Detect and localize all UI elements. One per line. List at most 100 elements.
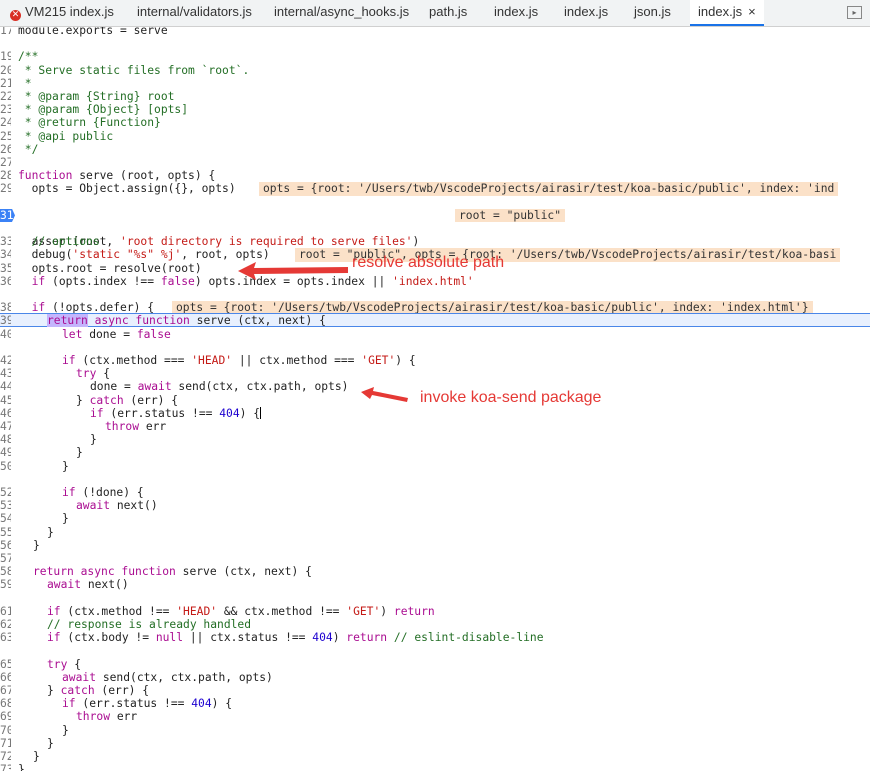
code-text: } <box>18 763 25 771</box>
error-icon: ✕ <box>10 10 21 21</box>
code-text: try { <box>47 657 82 671</box>
code-text: debug('static "%s" %j', root, opts) <box>18 248 270 262</box>
tab-index-2[interactable]: index.js <box>564 0 608 26</box>
panel-toggle-icon[interactable]: ▸ <box>847 6 862 19</box>
code-line: 62 // response is already handled <box>0 618 870 631</box>
line-number: 48 <box>0 433 11 447</box>
code-text: } <box>47 525 54 539</box>
code-line: 19 /** <box>0 50 870 63</box>
code-text: } <box>62 723 69 737</box>
line-number: 68 <box>0 697 11 711</box>
code-editor[interactable]: 17 module.exports = serve 19 /** 20 * Serv… <box>0 27 870 771</box>
tab-index-active[interactable]: index.js × <box>690 0 764 26</box>
code-text: * @param {String} root <box>18 90 175 103</box>
code-text: // response is already handled <box>47 618 252 631</box>
tab-internal-validators[interactable]: internal/validators.js <box>137 0 252 26</box>
code-line: 24 * @return {Function} <box>0 116 870 129</box>
line-number: 27 <box>0 156 11 169</box>
code-line: 55} <box>0 526 870 539</box>
tab-path[interactable]: path.js <box>429 0 467 26</box>
close-icon[interactable]: × <box>748 4 756 19</box>
line-number: 35 <box>0 261 11 275</box>
code-line: 67} catch (err) { <box>0 684 870 697</box>
breakpoint-marker[interactable]: 31 <box>0 208 15 222</box>
line-number: 42 <box>0 354 11 367</box>
line-number: 63 <box>0 631 11 645</box>
line-number: 61 <box>0 604 11 618</box>
line-number: 46 <box>0 406 11 420</box>
code-line: 36 if (opts.index !== false) opts.index … <box>0 275 870 288</box>
annotation-resolve-path: resolve absolute path <box>352 254 505 271</box>
code-text: let done = false <box>62 327 171 341</box>
code-text: if (ctx.method === 'HEAD' || ctx.method … <box>62 354 416 367</box>
code-line: 46 if (err.status !== 404) { <box>0 406 870 420</box>
code-text: function serve (root, opts) { <box>18 169 216 183</box>
tab-internal-async-hooks[interactable]: internal/async_hooks.js <box>274 0 409 26</box>
tab-index-1[interactable]: index.js <box>494 0 538 26</box>
code-text: // options <box>18 235 100 249</box>
line-number: 44 <box>0 380 11 394</box>
code-line: 31 assert(root, 'root directory is requi… <box>0 208 870 248</box>
text-cursor <box>260 406 262 419</box>
code-line: 28 function serve (root, opts) { <box>0 169 870 182</box>
code-line: 40 let done = false <box>0 328 870 341</box>
code-line: 20 * Serve static files from `root`. <box>0 64 870 77</box>
line-number: 53 <box>0 499 11 513</box>
code-text: return async function serve (ctx, next) … <box>33 565 312 579</box>
code-text: } catch (err) { <box>76 393 179 407</box>
line-number: 40 <box>0 327 11 341</box>
code-line: 33 // options <box>0 235 870 248</box>
code-line: 38 if (!opts.defer) {opts = {root: '/Use… <box>0 301 870 315</box>
code-text: } <box>33 538 40 552</box>
code-line: 54} <box>0 512 870 525</box>
line-number: 54 <box>0 512 11 526</box>
tab-vm215-index[interactable]: ✕ VM215 index.js <box>10 0 114 26</box>
line-number: 55 <box>0 525 11 539</box>
code-line: 21 * <box>0 77 870 90</box>
code-text: } <box>90 433 97 447</box>
code-line: 70} <box>0 724 870 737</box>
tab-json[interactable]: json.js <box>634 0 671 26</box>
inline-value: opts = {root: '/Users/twb/VscodeProjects… <box>172 301 813 315</box>
line-number: 23 <box>0 103 11 117</box>
line-number: 69 <box>0 710 11 724</box>
code-text: } <box>33 750 40 763</box>
code-text: } <box>62 512 69 526</box>
tab-label: internal/async_hooks.js <box>274 4 410 19</box>
line-number: 20 <box>0 63 11 77</box>
code-line: 56} <box>0 539 870 552</box>
line-number: 36 <box>0 274 11 288</box>
annotation-arrow-icon <box>361 387 408 402</box>
tab-label: VM215 index.js <box>25 4 114 19</box>
code-text: return async function serve (ctx, next) … <box>47 314 326 328</box>
code-text: * <box>18 76 32 90</box>
line-number: 59 <box>0 578 11 592</box>
paused-execution-line: 39 return async function serve (ctx, next… <box>0 313 870 328</box>
code-text: * @param {Object} [opts] <box>18 103 189 117</box>
code-line: 22 * @param {String} root <box>0 90 870 103</box>
code-text: if (err.status !== 404) { <box>90 406 262 420</box>
code-text: opts = Object.assign({}, opts) <box>18 182 236 196</box>
code-text: * Serve static files from `root`. <box>18 63 250 77</box>
line-number: 57 <box>0 552 11 565</box>
code-text: } catch (err) { <box>47 684 150 697</box>
code-text: if (ctx.body != null || ctx.status !== 4… <box>47 631 544 645</box>
line-number: 47 <box>0 420 11 433</box>
code-text: try { <box>76 367 111 381</box>
line-number: 19 <box>0 50 11 64</box>
line-number: 52 <box>0 486 11 499</box>
code-line: 23 * @param {Object} [opts] <box>0 103 870 116</box>
code-line: 66 await send(ctx, ctx.path, opts) <box>0 671 870 684</box>
code-text: throw err <box>105 420 167 433</box>
line-number: 34 <box>0 248 11 262</box>
code-line: 42 if (ctx.method === 'HEAD' || ctx.metho… <box>0 354 870 367</box>
code-line: 53 await next() <box>0 499 870 512</box>
code-text: * @return {Function} <box>18 116 161 130</box>
code-line: 47 throw err <box>0 420 870 433</box>
code-text: await next() <box>47 578 129 592</box>
line-number: 66 <box>0 670 11 684</box>
code-text: */ <box>18 142 39 156</box>
code-text: if (err.status !== 404) { <box>62 697 233 711</box>
annotation-arrow-icon <box>238 262 348 280</box>
code-text: await send(ctx, ctx.path, opts) <box>62 670 273 684</box>
